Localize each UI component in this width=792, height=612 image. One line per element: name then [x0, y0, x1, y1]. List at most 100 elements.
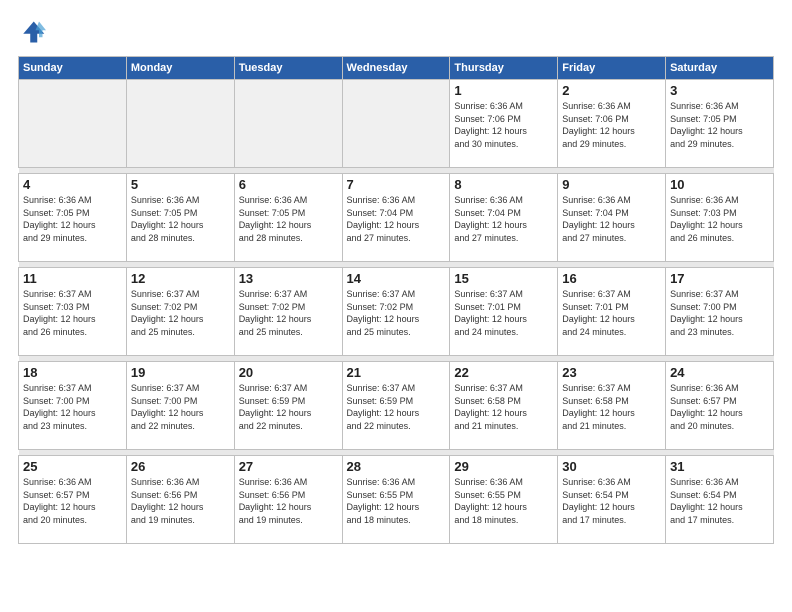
calendar-cell: 24 Sunrise: 6:36 AM Sunset: 6:57 PM Dayli…	[666, 362, 774, 450]
day-number: 7	[347, 177, 446, 192]
day-number: 10	[670, 177, 769, 192]
weekday-header-row: SundayMondayTuesdayWednesdayThursdayFrid…	[19, 57, 774, 80]
day-number: 29	[454, 459, 553, 474]
day-number: 20	[239, 365, 338, 380]
calendar-cell: 18Sunrise: 6:37 AM Sunset: 7:00 PM Dayli…	[19, 362, 127, 450]
calendar-cell	[126, 80, 234, 168]
logo	[18, 18, 50, 46]
day-info: Sunrise: 6:37 AM Sunset: 6:58 PM Dayligh…	[454, 382, 553, 432]
calendar-cell: 6 Sunrise: 6:36 AM Sunset: 7:05 PM Daylig…	[234, 174, 342, 262]
weekday-header-tuesday: Tuesday	[234, 57, 342, 80]
day-info: Sunrise: 6:37 AM Sunset: 7:00 PM Dayligh…	[670, 288, 769, 338]
day-number: 26	[131, 459, 230, 474]
day-number: 16	[562, 271, 661, 286]
calendar-cell: 17 Sunrise: 6:37 AM Sunset: 7:00 PM Dayli…	[666, 268, 774, 356]
calendar-cell: 20Sunrise: 6:37 AM Sunset: 6:59 PM Dayli…	[234, 362, 342, 450]
day-number: 19	[131, 365, 230, 380]
day-number: 21	[347, 365, 446, 380]
calendar-cell: 22 Sunrise: 6:37 AM Sunset: 6:58 PM Dayli…	[450, 362, 558, 450]
weekday-header-wednesday: Wednesday	[342, 57, 450, 80]
calendar-cell: 19Sunrise: 6:37 AM Sunset: 7:00 PM Dayli…	[126, 362, 234, 450]
day-info: Sunrise: 6:36 AM Sunset: 6:55 PM Dayligh…	[347, 476, 446, 526]
day-info: Sunrise: 6:37 AM Sunset: 7:02 PM Dayligh…	[131, 288, 230, 338]
day-info: Sunrise: 6:36 AM Sunset: 6:54 PM Dayligh…	[562, 476, 661, 526]
day-info: Sunrise: 6:37 AM Sunset: 7:01 PM Dayligh…	[562, 288, 661, 338]
day-info: Sunrise: 6:37 AM Sunset: 7:02 PM Dayligh…	[347, 288, 446, 338]
day-info: Sunrise: 6:37 AM Sunset: 7:01 PM Dayligh…	[454, 288, 553, 338]
calendar-cell: 21 Sunrise: 6:37 AM Sunset: 6:59 PM Dayli…	[342, 362, 450, 450]
day-number: 4	[23, 177, 122, 192]
day-number: 24	[670, 365, 769, 380]
day-info: Sunrise: 6:36 AM Sunset: 7:06 PM Dayligh…	[454, 100, 553, 150]
calendar-table: SundayMondayTuesdayWednesdayThursdayFrid…	[18, 56, 774, 544]
day-info: Sunrise: 6:37 AM Sunset: 6:59 PM Dayligh…	[347, 382, 446, 432]
calendar-week-row: 1 Sunrise: 6:36 AM Sunset: 7:06 PM Daylig…	[19, 80, 774, 168]
day-info: Sunrise: 6:36 AM Sunset: 6:55 PM Dayligh…	[454, 476, 553, 526]
day-number: 25	[23, 459, 122, 474]
day-info: Sunrise: 6:37 AM Sunset: 7:02 PM Dayligh…	[239, 288, 338, 338]
calendar-cell: 26Sunrise: 6:36 AM Sunset: 6:56 PM Dayli…	[126, 456, 234, 544]
day-info: Sunrise: 6:36 AM Sunset: 7:05 PM Dayligh…	[239, 194, 338, 244]
calendar-cell: 14 Sunrise: 6:37 AM Sunset: 7:02 PM Dayli…	[342, 268, 450, 356]
day-info: Sunrise: 6:36 AM Sunset: 7:05 PM Dayligh…	[23, 194, 122, 244]
weekday-header-sunday: Sunday	[19, 57, 127, 80]
calendar-cell: 28Sunrise: 6:36 AM Sunset: 6:55 PM Dayli…	[342, 456, 450, 544]
calendar-cell: 3Sunrise: 6:36 AM Sunset: 7:05 PM Daylig…	[666, 80, 774, 168]
page: SundayMondayTuesdayWednesdayThursdayFrid…	[0, 0, 792, 554]
day-number: 1	[454, 83, 553, 98]
calendar-cell: 30 Sunrise: 6:36 AM Sunset: 6:54 PM Dayli…	[558, 456, 666, 544]
calendar-cell: 13 Sunrise: 6:37 AM Sunset: 7:02 PM Dayli…	[234, 268, 342, 356]
calendar-cell: 27 Sunrise: 6:36 AM Sunset: 6:56 PM Dayli…	[234, 456, 342, 544]
weekday-header-thursday: Thursday	[450, 57, 558, 80]
weekday-header-friday: Friday	[558, 57, 666, 80]
day-number: 6	[239, 177, 338, 192]
day-info: Sunrise: 6:36 AM Sunset: 6:56 PM Dayligh…	[239, 476, 338, 526]
weekday-header-monday: Monday	[126, 57, 234, 80]
day-number: 30	[562, 459, 661, 474]
calendar-cell: 23 Sunrise: 6:37 AM Sunset: 6:58 PM Dayli…	[558, 362, 666, 450]
calendar-cell: 12 Sunrise: 6:37 AM Sunset: 7:02 PM Dayli…	[126, 268, 234, 356]
day-number: 11	[23, 271, 122, 286]
calendar-cell: 10Sunrise: 6:36 AM Sunset: 7:03 PM Dayli…	[666, 174, 774, 262]
day-info: Sunrise: 6:36 AM Sunset: 7:05 PM Dayligh…	[670, 100, 769, 150]
calendar-cell: 31Sunrise: 6:36 AM Sunset: 6:54 PM Dayli…	[666, 456, 774, 544]
logo-icon	[18, 18, 46, 46]
calendar-cell: 29 Sunrise: 6:36 AM Sunset: 6:55 PM Dayli…	[450, 456, 558, 544]
day-info: Sunrise: 6:37 AM Sunset: 7:03 PM Dayligh…	[23, 288, 122, 338]
calendar-cell: 15 Sunrise: 6:37 AM Sunset: 7:01 PM Dayli…	[450, 268, 558, 356]
day-number: 8	[454, 177, 553, 192]
day-number: 9	[562, 177, 661, 192]
day-info: Sunrise: 6:36 AM Sunset: 6:57 PM Dayligh…	[670, 382, 769, 432]
day-number: 14	[347, 271, 446, 286]
day-number: 13	[239, 271, 338, 286]
day-info: Sunrise: 6:37 AM Sunset: 6:58 PM Dayligh…	[562, 382, 661, 432]
calendar-cell: 25 Sunrise: 6:36 AM Sunset: 6:57 PM Dayli…	[19, 456, 127, 544]
day-number: 31	[670, 459, 769, 474]
calendar-cell: 8 Sunrise: 6:36 AM Sunset: 7:04 PM Daylig…	[450, 174, 558, 262]
calendar-week-row: 11 Sunrise: 6:37 AM Sunset: 7:03 PM Dayli…	[19, 268, 774, 356]
calendar-week-row: 25 Sunrise: 6:36 AM Sunset: 6:57 PM Dayli…	[19, 456, 774, 544]
calendar-cell: 2 Sunrise: 6:36 AM Sunset: 7:06 PM Daylig…	[558, 80, 666, 168]
day-info: Sunrise: 6:36 AM Sunset: 7:04 PM Dayligh…	[347, 194, 446, 244]
day-info: Sunrise: 6:36 AM Sunset: 7:06 PM Dayligh…	[562, 100, 661, 150]
day-info: Sunrise: 6:36 AM Sunset: 6:57 PM Dayligh…	[23, 476, 122, 526]
calendar-week-row: 4 Sunrise: 6:36 AM Sunset: 7:05 PM Daylig…	[19, 174, 774, 262]
calendar-cell: 16 Sunrise: 6:37 AM Sunset: 7:01 PM Dayli…	[558, 268, 666, 356]
calendar-cell: 4 Sunrise: 6:36 AM Sunset: 7:05 PM Daylig…	[19, 174, 127, 262]
day-number: 17	[670, 271, 769, 286]
day-number: 27	[239, 459, 338, 474]
day-info: Sunrise: 6:37 AM Sunset: 7:00 PM Dayligh…	[23, 382, 122, 432]
day-number: 22	[454, 365, 553, 380]
day-number: 2	[562, 83, 661, 98]
day-number: 15	[454, 271, 553, 286]
day-number: 5	[131, 177, 230, 192]
day-info: Sunrise: 6:36 AM Sunset: 7:05 PM Dayligh…	[131, 194, 230, 244]
calendar-cell	[342, 80, 450, 168]
day-info: Sunrise: 6:36 AM Sunset: 7:04 PM Dayligh…	[562, 194, 661, 244]
day-number: 23	[562, 365, 661, 380]
day-number: 12	[131, 271, 230, 286]
calendar-cell: 9 Sunrise: 6:36 AM Sunset: 7:04 PM Daylig…	[558, 174, 666, 262]
calendar-cell: 5 Sunrise: 6:36 AM Sunset: 7:05 PM Daylig…	[126, 174, 234, 262]
day-info: Sunrise: 6:36 AM Sunset: 7:04 PM Dayligh…	[454, 194, 553, 244]
header	[18, 18, 774, 46]
